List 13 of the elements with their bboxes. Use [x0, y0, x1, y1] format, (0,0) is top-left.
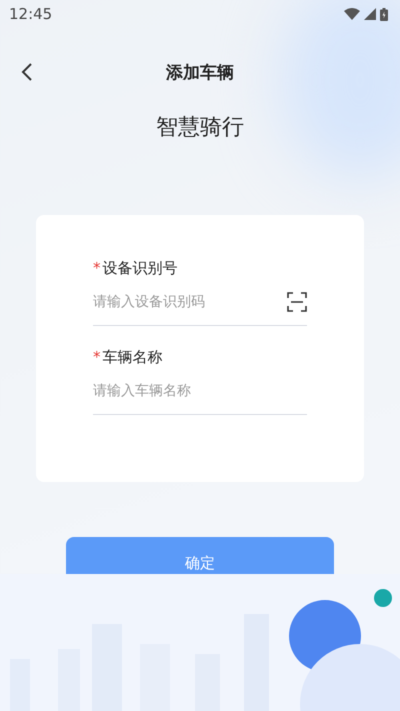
- signal-icon: [364, 8, 376, 20]
- field-label: *设备识别号: [93, 259, 178, 278]
- scan-icon[interactable]: [287, 292, 307, 312]
- wifi-icon: [344, 8, 360, 20]
- input-field[interactable]: 请输入设备识别码: [93, 278, 307, 326]
- field-label: *车辆名称: [93, 348, 164, 367]
- page-title: 添加车辆: [166, 62, 234, 84]
- status-time: 12:45: [9, 5, 52, 23]
- battery-icon: [380, 8, 388, 20]
- input-field[interactable]: 请输入车辆名称: [93, 367, 307, 415]
- back-icon[interactable]: [21, 62, 33, 82]
- confirm-button[interactable]: 确定: [66, 537, 334, 574]
- brand-title: 智慧骑行: [155, 114, 245, 142]
